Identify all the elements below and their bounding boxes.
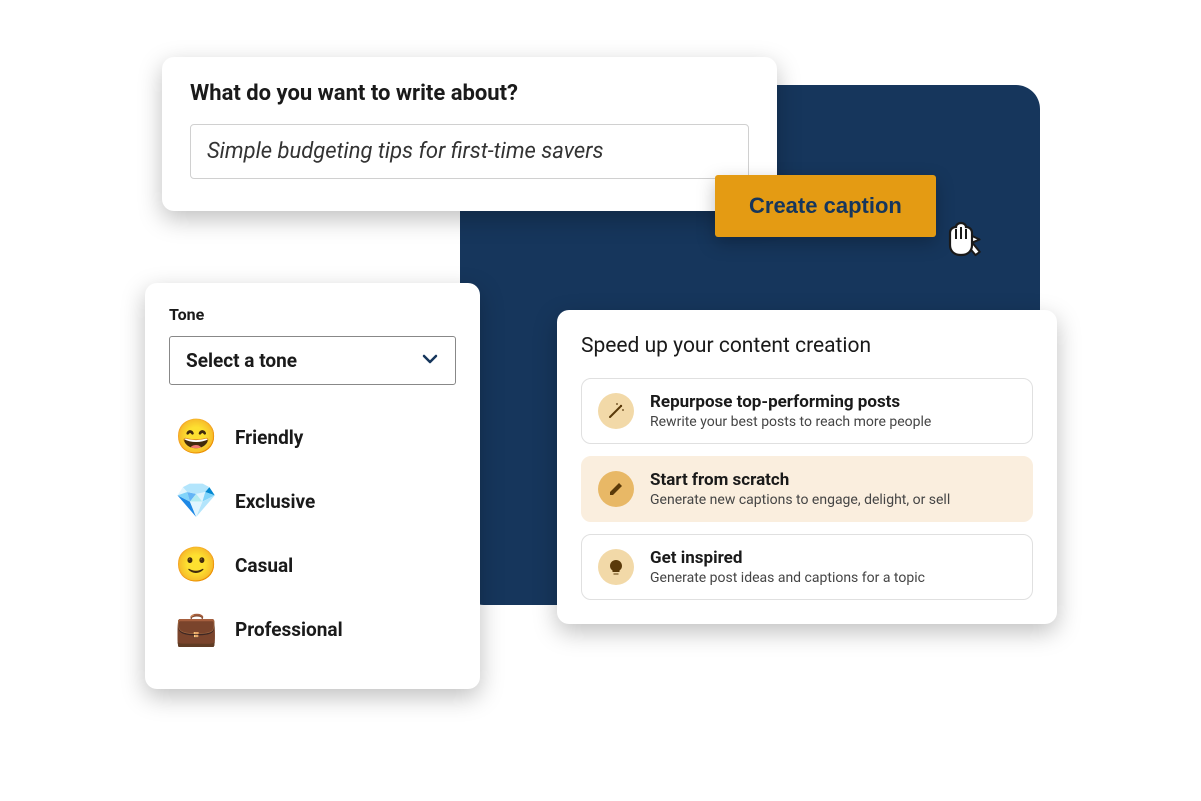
prompt-title: What do you want to write about? bbox=[190, 81, 749, 106]
friendly-emoji-icon: 😄 bbox=[175, 417, 217, 457]
tone-option-label: Exclusive bbox=[235, 490, 315, 513]
content-option-title: Repurpose top-performing posts bbox=[650, 392, 1016, 412]
content-option-title: Start from scratch bbox=[650, 470, 1016, 490]
content-creation-card: Speed up your content creation Repurpose… bbox=[557, 310, 1057, 624]
bulb-icon bbox=[598, 549, 634, 585]
tone-option-exclusive[interactable]: 💎 Exclusive bbox=[169, 469, 456, 533]
content-option-inspired[interactable]: Get inspired Generate post ideas and cap… bbox=[581, 534, 1033, 600]
tone-option-label: Casual bbox=[235, 554, 293, 577]
content-option-desc: Generate new captions to engage, delight… bbox=[650, 492, 1016, 508]
casual-emoji-icon: 🙂 bbox=[175, 545, 217, 585]
create-caption-button[interactable]: Create caption bbox=[715, 175, 936, 237]
prompt-input[interactable] bbox=[190, 124, 749, 179]
tone-select[interactable]: Select a tone bbox=[169, 336, 456, 385]
content-option-repurpose[interactable]: Repurpose top-performing posts Rewrite y… bbox=[581, 378, 1033, 444]
professional-emoji-icon: 💼 bbox=[175, 609, 217, 649]
tone-option-professional[interactable]: 💼 Professional bbox=[169, 597, 456, 661]
tone-option-casual[interactable]: 🙂 Casual bbox=[169, 533, 456, 597]
exclusive-emoji-icon: 💎 bbox=[175, 481, 217, 521]
tone-option-label: Professional bbox=[235, 618, 343, 641]
content-option-title: Get inspired bbox=[650, 548, 1016, 568]
wand-icon bbox=[598, 393, 634, 429]
tone-card: Tone Select a tone 😄 Friendly 💎 Exclusiv… bbox=[145, 283, 480, 689]
content-option-desc: Generate post ideas and captions for a t… bbox=[650, 570, 1016, 586]
pencil-icon bbox=[598, 471, 634, 507]
content-option-desc: Rewrite your best posts to reach more pe… bbox=[650, 414, 1016, 430]
tone-option-label: Friendly bbox=[235, 426, 303, 449]
cursor-pointer-icon bbox=[940, 215, 988, 263]
chevron-down-icon bbox=[421, 350, 439, 372]
tone-select-placeholder: Select a tone bbox=[186, 349, 297, 372]
tone-option-friendly[interactable]: 😄 Friendly bbox=[169, 405, 456, 469]
content-option-scratch[interactable]: Start from scratch Generate new captions… bbox=[581, 456, 1033, 522]
content-title: Speed up your content creation bbox=[581, 334, 1033, 358]
prompt-card: What do you want to write about? bbox=[162, 57, 777, 211]
tone-label: Tone bbox=[169, 305, 456, 324]
